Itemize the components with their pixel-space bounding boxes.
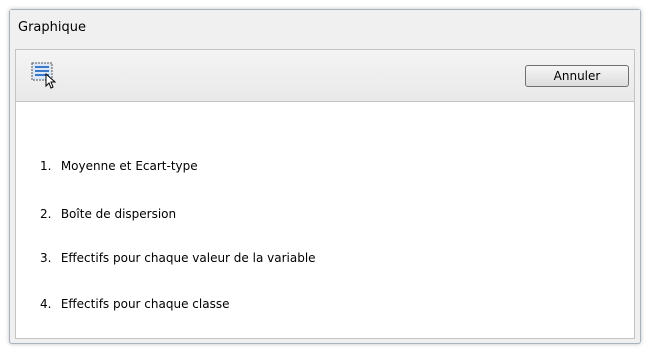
window-title: Graphique (18, 20, 86, 35)
option-number: 4. (40, 297, 52, 311)
option-mean-std[interactable]: 1. Moyenne et Ecart-type (40, 159, 198, 173)
toolbar: Annuler (15, 49, 635, 101)
option-label: Boîte de dispersion (60, 207, 177, 221)
selection-cursor-icon[interactable] (31, 62, 63, 90)
option-frequency-per-value[interactable]: 3. Effectifs pour chaque valeur de la va… (40, 251, 316, 265)
option-label: Moyenne et Ecart-type (60, 159, 198, 173)
option-label: Effectifs pour chaque classe (60, 297, 230, 311)
option-number: 1. (40, 159, 52, 173)
option-number: 2. (40, 207, 52, 221)
option-frequency-per-class[interactable]: 4. Effectifs pour chaque classe (40, 297, 229, 311)
cancel-button[interactable]: Annuler (525, 65, 629, 87)
option-label: Effectifs pour chaque valeur de la varia… (60, 251, 316, 265)
title-bar: Graphique (10, 10, 640, 48)
options-panel: 1. Moyenne et Ecart-type 2. Boîte de dis… (15, 101, 635, 339)
option-boxplot[interactable]: 2. Boîte de dispersion (40, 207, 176, 221)
option-number: 3. (40, 251, 52, 265)
dialog-window: Graphique Annuler 1. Moyenne et Ecart-ty… (9, 9, 641, 344)
